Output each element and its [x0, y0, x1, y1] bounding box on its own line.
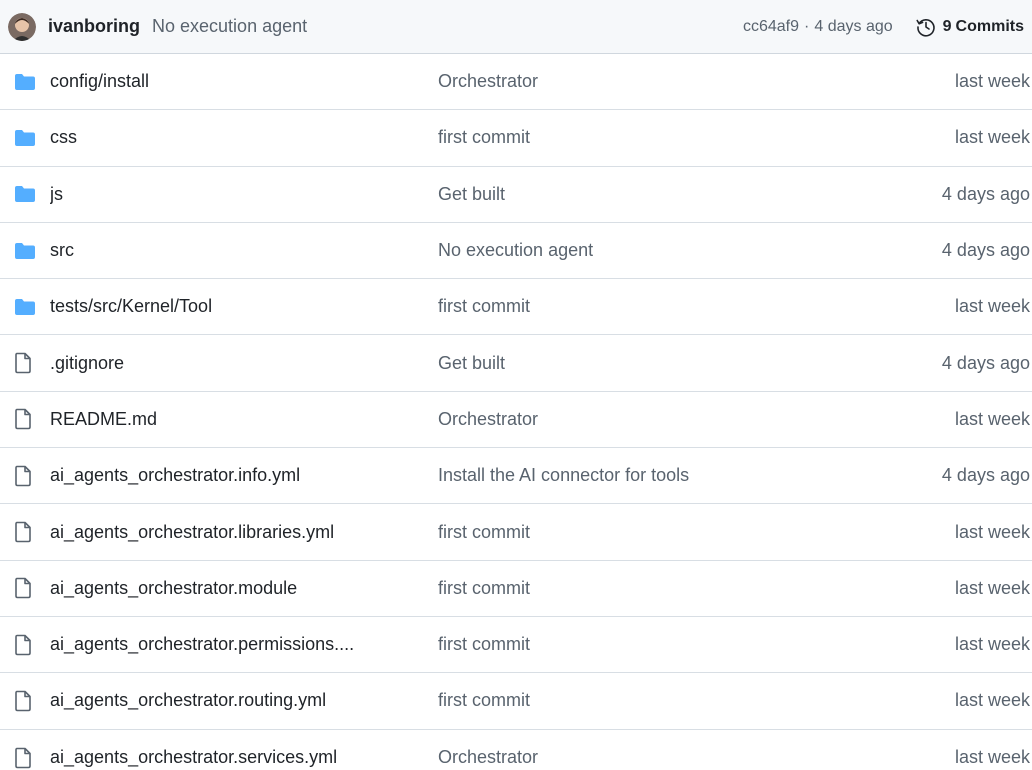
repo-file-browser: ivanboring No execution agent cc64af9 · … — [0, 0, 1032, 770]
file-commit-message-link[interactable]: Get built — [438, 353, 942, 374]
file-commit-date: last week — [954, 690, 1030, 711]
file-commit-date: last week — [954, 577, 1030, 598]
folder-icon — [15, 242, 35, 259]
file-icon — [15, 747, 31, 769]
file-name-link[interactable]: .gitignore — [50, 353, 438, 374]
file-name-link[interactable]: ai_agents_orchestrator.info.yml — [50, 465, 438, 486]
file-icon — [15, 409, 31, 430]
row-icon-cell — [0, 634, 50, 656]
file-commit-message-link[interactable]: Orchestrator — [438, 71, 955, 92]
file-commit-message-link[interactable]: first commit — [438, 634, 955, 655]
latest-commit-message[interactable]: No execution agent — [152, 16, 307, 37]
file-commit-date: 4 days ago — [941, 240, 1030, 261]
row-icon-cell — [0, 577, 50, 599]
file-row[interactable]: .gitignore Get built 4 days ago — [0, 335, 1032, 392]
commits-count: 9 — [942, 17, 952, 35]
file-commit-date: last week — [954, 408, 1030, 429]
file-row[interactable]: ai_agents_orchestrator.info.yml Install … — [0, 448, 1032, 505]
file-commit-message-link[interactable]: Orchestrator — [438, 409, 955, 430]
file-commit-message-link[interactable]: first commit — [438, 578, 955, 599]
file-commit-date: last week — [954, 634, 1030, 655]
file-row[interactable]: ai_agents_orchestrator.libraries.yml fir… — [0, 504, 1032, 561]
file-commit-message-link[interactable]: No execution agent — [438, 240, 942, 261]
file-name-link[interactable]: config/install — [50, 71, 438, 92]
file-icon — [15, 521, 31, 543]
row-icon-cell — [0, 747, 50, 769]
file-row[interactable]: README.md Orchestrator last week — [0, 392, 1032, 449]
file-name-link[interactable]: ai_agents_orchestrator.module — [50, 578, 438, 599]
latest-commit-bar: ivanboring No execution agent cc64af9 · … — [0, 0, 1032, 54]
file-row[interactable]: tests/src/Kernel/Tool first commit last … — [0, 279, 1032, 336]
row-icon-cell — [0, 465, 50, 487]
file-commit-message-link[interactable]: first commit — [438, 296, 955, 317]
commit-author-link[interactable]: ivanboring — [48, 16, 140, 37]
file-name-link[interactable]: tests/src/Kernel/Tool — [50, 296, 438, 317]
user-avatar[interactable] — [8, 12, 36, 41]
file-commit-message-link[interactable]: Orchestrator — [438, 747, 955, 768]
file-commit-date: last week — [954, 127, 1030, 148]
file-icon — [15, 352, 31, 374]
file-row[interactable]: ai_agents_orchestrator.module first comm… — [0, 561, 1032, 617]
file-commit-date: last week — [954, 521, 1030, 542]
file-name-link[interactable]: ai_agents_orchestrator.services.yml — [50, 747, 438, 768]
folder-icon — [15, 73, 35, 90]
history-icon — [916, 18, 935, 37]
file-row[interactable]: ai_agents_orchestrator.routing.yml first… — [0, 673, 1032, 730]
file-name-link[interactable]: js — [50, 184, 438, 205]
file-commit-message-link[interactable]: Install the AI connector for tools — [438, 465, 942, 486]
file-commit-message-link[interactable]: first commit — [438, 522, 955, 543]
commits-label: Commits — [955, 17, 1024, 35]
file-commit-date: last week — [954, 71, 1030, 92]
folder-icon — [15, 186, 35, 203]
commit-separator: · — [804, 17, 810, 35]
file-commit-date: last week — [954, 747, 1030, 768]
file-row[interactable]: src No execution agent 4 days ago — [0, 223, 1032, 280]
folder-icon — [15, 298, 35, 315]
file-row[interactable]: ai_agents_orchestrator.permissions.... f… — [0, 617, 1032, 674]
commits-history-link[interactable]: 9 Commits — [915, 16, 1024, 38]
file-row[interactable]: config/install Orchestrator last week — [0, 54, 1032, 111]
file-icon — [15, 634, 31, 655]
row-icon-cell — [0, 73, 50, 91]
row-icon-cell — [0, 185, 50, 203]
file-name-link[interactable]: css — [50, 127, 438, 148]
file-row[interactable]: js Get built 4 days ago — [0, 167, 1032, 223]
file-row[interactable]: ai_agents_orchestrator.services.yml Orch… — [0, 730, 1032, 770]
commit-sha-link[interactable]: cc64af9 — [743, 18, 799, 36]
folder-icon — [15, 129, 35, 146]
file-icon — [15, 690, 31, 712]
row-icon-cell — [0, 690, 50, 712]
file-row[interactable]: css first commit last week — [0, 110, 1032, 167]
file-icon — [15, 465, 31, 487]
row-icon-cell — [0, 242, 50, 260]
file-list: config/install Orchestrator last week cs… — [0, 54, 1032, 770]
commit-time-ago: 4 days ago — [814, 17, 893, 35]
file-commit-message-link[interactable]: Get built — [438, 184, 942, 205]
file-commit-message-link[interactable]: first commit — [438, 127, 955, 148]
row-icon-cell — [0, 129, 50, 147]
file-name-link[interactable]: ai_agents_orchestrator.libraries.yml — [50, 522, 438, 543]
file-commit-date: 4 days ago — [941, 352, 1030, 373]
row-icon-cell — [0, 298, 50, 316]
file-icon — [15, 578, 31, 599]
file-name-link[interactable]: src — [50, 240, 438, 261]
row-icon-cell — [0, 521, 50, 543]
file-commit-message-link[interactable]: first commit — [438, 690, 955, 711]
file-commit-date: last week — [954, 296, 1030, 317]
row-icon-cell — [0, 352, 50, 374]
row-icon-cell — [0, 408, 50, 430]
file-commit-date: 4 days ago — [941, 183, 1030, 204]
file-name-link[interactable]: ai_agents_orchestrator.permissions.... — [50, 634, 438, 655]
file-name-link[interactable]: README.md — [50, 409, 438, 430]
file-commit-date: 4 days ago — [941, 465, 1030, 486]
file-name-link[interactable]: ai_agents_orchestrator.routing.yml — [50, 690, 438, 711]
